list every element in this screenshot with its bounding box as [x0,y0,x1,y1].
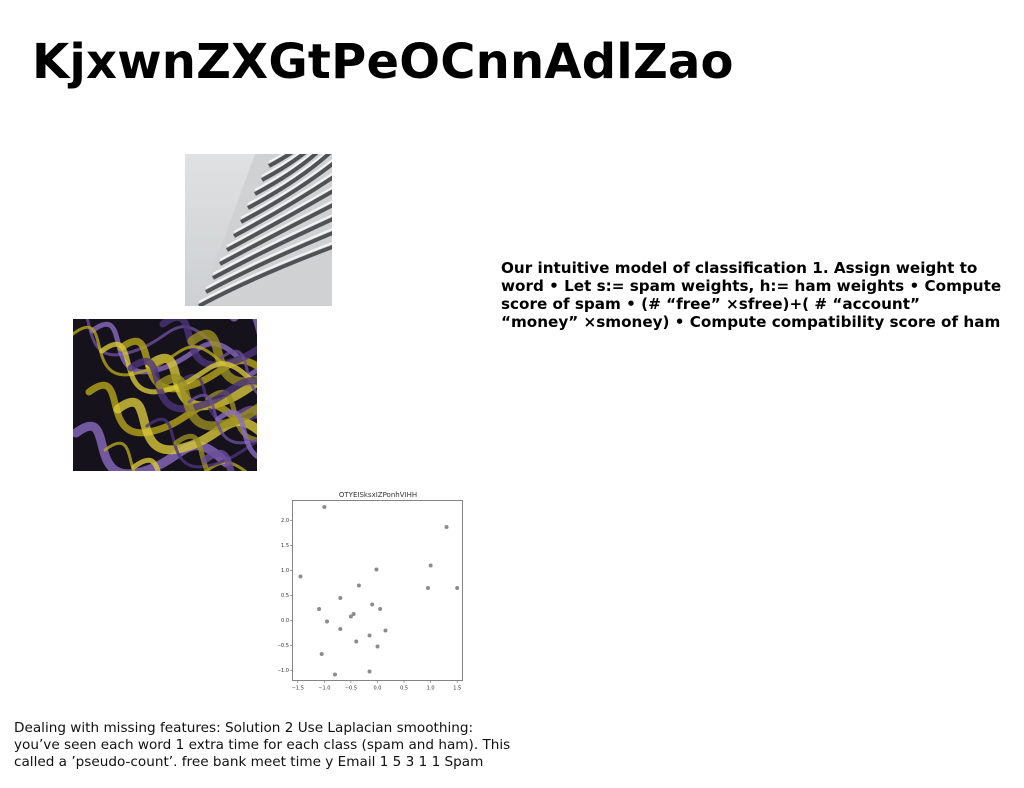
x-tick-label: −1.5 [292,686,304,692]
scatter-point [375,644,380,649]
caption-line: called a ’pseudo-count’. free bank meet … [14,754,484,770]
building-photo [185,154,332,306]
body-line: “money” ×smoney) • Compute compatibility… [501,313,1001,331]
body-line: Our intuitive model of classification 1.… [501,259,978,277]
scatter-plot: OTYEISksxIZPonhVIHH −1.5 −1.0 −0.5 0.0 0.5 1.… [278,491,463,692]
y-tick-label: −0.5 [278,643,289,649]
y-tick-label: −1.0 [278,668,289,674]
caption-line: you’ve seen each word 1 extra time for e… [14,737,511,753]
scatter-point [367,633,372,638]
x-tick-label: 1.5 [453,686,461,692]
scatter-point [428,563,433,568]
scatter-point [455,586,460,590]
scatter-point [356,583,361,588]
scatter-point [317,607,322,611]
y-tick-label: 1.0 [281,568,289,574]
scatter-point [383,628,388,633]
body-line: score of spam • (# “free” ×sfree)+( # “a… [501,295,920,313]
scatter-point [370,602,375,607]
y-tick-label: 0.0 [281,618,289,624]
x-tick-label: 0.0 [374,686,382,692]
scatter-point [338,627,343,631]
scatter-point [367,669,372,674]
scatter-point [338,596,343,600]
scatter-point [374,567,379,572]
scatter-point [319,652,324,656]
scatter-point [378,607,383,611]
scatter-point [322,505,327,509]
scatter-point [444,525,449,529]
x-tick-label: 0.5 [400,686,408,692]
caption-line: Dealing with missing features: Solution … [14,720,474,736]
scatter-point [333,672,337,677]
scatter-chart: OTYEISksxIZPonhVIHH −1.5 −1.0 −0.5 0.0 0.5 1.… [278,484,470,696]
x-tick-label: −0.5 [345,686,357,692]
y-tick-label: 1.5 [281,543,289,549]
scatter-point [325,619,330,624]
y-tick-label: 0.5 [281,593,289,599]
caption-text: Dealing with missing features: Solution … [14,720,534,771]
scatter-point [425,586,430,590]
scatter-point [348,614,353,619]
scatter-point [298,574,303,579]
x-tick-label: 1.0 [427,686,435,692]
plot-frame [292,500,463,681]
slide-title: KjxwnZXGtPeOCnnAdlZao [32,34,734,90]
chart-title: OTYEISksxIZPonhVIHH [339,491,417,499]
x-tick-label: −1.0 [318,686,330,692]
scatter-point [354,639,359,644]
swirl-illustration [73,319,257,471]
body-text: Our intuitive model of classification 1.… [501,259,1024,331]
abstract-swirl-photo [73,319,257,471]
y-tick-label: 2.0 [281,518,289,524]
building-illustration [185,154,332,306]
body-line: word • Let s:= spam weights, h:= ham wei… [501,277,1002,295]
